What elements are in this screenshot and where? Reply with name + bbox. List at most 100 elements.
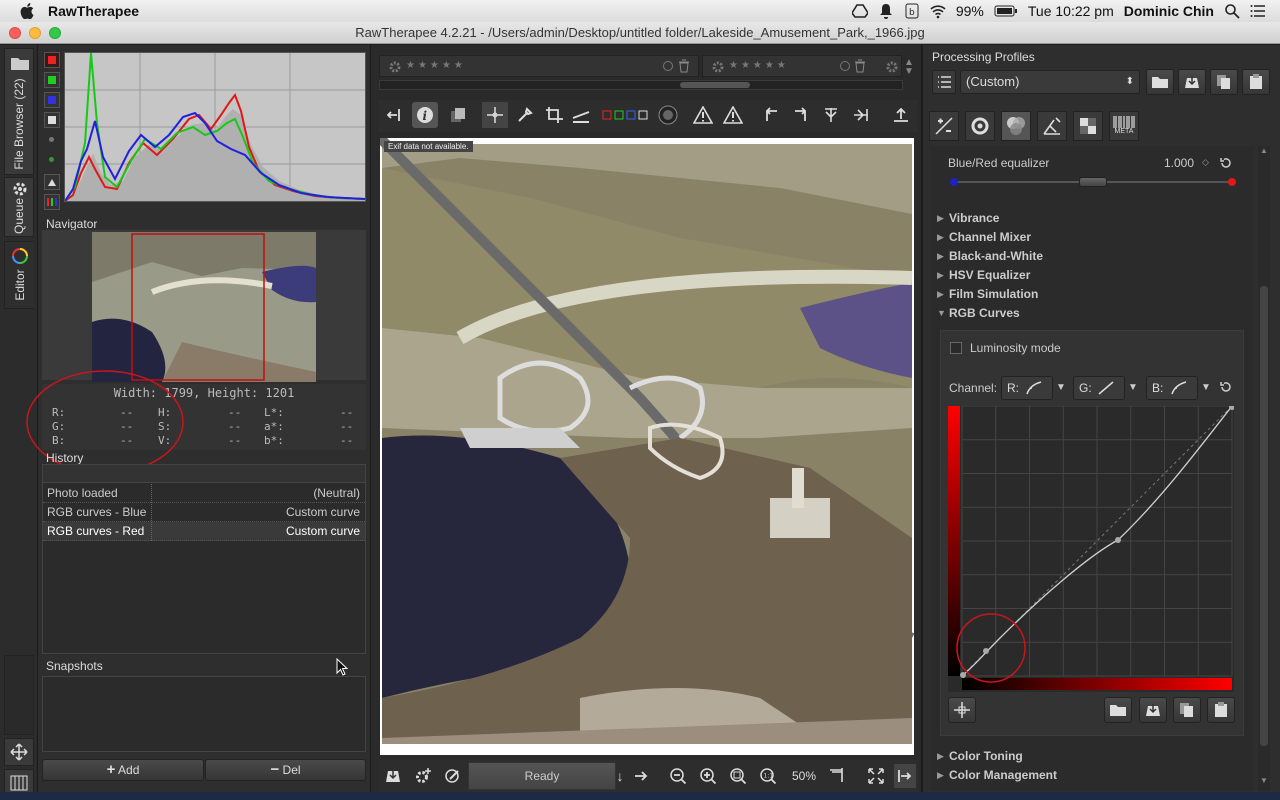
curve-edit-point-button[interactable]	[948, 697, 976, 723]
spotlight-search-icon[interactable]	[1224, 3, 1240, 19]
save-image-button[interactable]	[380, 764, 406, 788]
star-rating-icon[interactable]: ★★★★★	[729, 60, 789, 71]
hide-right-panel-button[interactable]	[894, 764, 916, 788]
hide-top-panel-button[interactable]	[888, 102, 914, 128]
filmstrip-thumb-2[interactable]: ★★★★★	[702, 55, 902, 77]
section-hsv-equalizer[interactable]: HSV Equalizer	[949, 268, 1030, 282]
histogram-blue-toggle[interactable]	[44, 92, 60, 108]
preview-channel-buttons[interactable]	[600, 102, 654, 128]
history-row-selected[interactable]: RGB curves - Red Custom curve	[43, 522, 365, 541]
history-row[interactable]: Photo loaded (Neutral)	[43, 484, 365, 503]
histogram-chroma-toggle[interactable]	[44, 132, 60, 148]
tab-queue[interactable]: Queue	[4, 177, 34, 237]
tool-panel-scroll-thumb[interactable]	[1260, 286, 1268, 746]
rotate-right-button[interactable]	[788, 102, 814, 128]
info-toggle-button[interactable]: i	[412, 102, 438, 128]
slider-thumb[interactable]	[1079, 177, 1107, 187]
histogram-luminance-toggle[interactable]	[44, 112, 60, 128]
open-in-editor-button[interactable]	[440, 764, 466, 788]
focus-mask-button[interactable]	[655, 102, 681, 128]
shadow-clipping-button[interactable]	[690, 102, 716, 128]
paste-curve-button[interactable]	[1207, 697, 1235, 723]
section-vibrance[interactable]: Vibrance	[949, 211, 999, 225]
reject-icon[interactable]	[839, 60, 851, 72]
load-curve-button[interactable]	[1104, 697, 1132, 723]
load-profile-button[interactable]	[1146, 69, 1174, 95]
trash-icon[interactable]	[853, 59, 867, 73]
zoom-100-button[interactable]: 1:1	[756, 764, 780, 788]
copy-profile-button[interactable]	[1210, 69, 1238, 95]
zoom-out-button[interactable]	[666, 764, 690, 788]
new-detail-window-button[interactable]	[826, 764, 850, 788]
blue-red-equalizer-slider[interactable]	[950, 177, 1236, 187]
image-preview[interactable]: Exif data not available.	[380, 138, 914, 755]
zoom-in-button[interactable]	[696, 764, 720, 788]
before-after-button[interactable]	[445, 102, 471, 128]
navigator-preview[interactable]	[42, 230, 366, 382]
notification-center-icon[interactable]	[1250, 3, 1266, 19]
green-curve-type-button[interactable]: G:	[1073, 376, 1125, 400]
google-drive-icon[interactable]	[851, 3, 868, 19]
blue-curve-dropdown-icon[interactable]: ▼	[1201, 382, 1211, 393]
save-curve-button[interactable]	[1139, 697, 1167, 723]
tab-file-browser[interactable]: File Browser (22)	[4, 48, 34, 175]
move-panel-button[interactable]	[4, 738, 34, 766]
luminosity-mode-checkbox[interactable]	[950, 342, 962, 354]
blue-red-equalizer-value[interactable]: 1.000	[1164, 156, 1194, 170]
delete-snapshot-button[interactable]: − Del	[205, 759, 366, 781]
bartender-icon[interactable]: b	[904, 3, 920, 19]
trash-icon[interactable]	[677, 59, 691, 73]
zoom-fit-button[interactable]	[726, 764, 750, 788]
blue-curve-type-button[interactable]: B:	[1146, 376, 1198, 400]
apple-icon[interactable]	[20, 3, 34, 19]
spin-arrows-icon[interactable]: ◇	[1202, 157, 1209, 168]
history-row[interactable]: RGB curves - Blue Custom curve	[43, 503, 365, 522]
white-balance-picker-button[interactable]	[512, 102, 538, 128]
tab-editor[interactable]: Editor	[4, 241, 34, 309]
tab-color[interactable]	[1001, 111, 1031, 141]
profile-select[interactable]: (Custom) ⬍	[960, 70, 1140, 94]
scroll-up-icon[interactable]: ▲	[1258, 146, 1270, 158]
tab-metadata[interactable]: META	[1109, 111, 1139, 141]
filmstrip-scroll-thumb[interactable]	[680, 82, 750, 88]
minimize-window-button[interactable]	[29, 27, 41, 39]
section-black-and-white[interactable]: Black-and-White	[949, 249, 1043, 263]
red-curve-dropdown-icon[interactable]: ▼	[1056, 382, 1066, 393]
flip-horizontal-button[interactable]	[848, 102, 874, 128]
histogram-red-toggle[interactable]	[44, 52, 60, 68]
section-channel-mixer[interactable]: Channel Mixer	[949, 230, 1031, 244]
section-rgb-curves[interactable]: RGB Curves	[949, 306, 1020, 320]
section-color-toning[interactable]: Color Toning	[949, 749, 1023, 763]
menubar-clock[interactable]: Tue 10:22 pm	[1028, 3, 1114, 19]
reset-curves-icon[interactable]	[1219, 381, 1233, 393]
next-image-button[interactable]	[630, 764, 652, 788]
histogram-green-toggle[interactable]	[44, 72, 60, 88]
paste-profile-button[interactable]	[1242, 69, 1270, 95]
save-profile-button[interactable]	[1178, 69, 1206, 95]
wifi-icon[interactable]	[930, 3, 946, 19]
fullscreen-button[interactable]	[864, 764, 888, 788]
green-curve-dropdown-icon[interactable]: ▼	[1128, 382, 1138, 393]
zoom-window-button[interactable]	[49, 27, 61, 39]
filmstrip-scroll-arrows[interactable]: ▲ ▼	[904, 58, 916, 77]
notification-bell-icon[interactable]	[878, 3, 894, 19]
star-rating-icon[interactable]: ★★★★★	[406, 60, 466, 71]
section-film-simulation[interactable]: Film Simulation	[949, 287, 1038, 301]
profile-list-button[interactable]	[932, 70, 956, 94]
histogram-mode-toggle[interactable]	[44, 194, 60, 210]
menubar-user[interactable]: Dominic Chin	[1124, 3, 1214, 19]
tab-detail[interactable]	[965, 111, 995, 141]
app-name-menu[interactable]: RawTherapee	[48, 3, 139, 19]
tab-exposure[interactable]	[929, 111, 959, 141]
scroll-down-icon[interactable]: ▼	[1258, 776, 1270, 788]
red-curve-type-button[interactable]: R:	[1001, 376, 1053, 400]
histogram-raw-toggle[interactable]	[44, 152, 60, 168]
hand-tool-button[interactable]	[482, 102, 508, 128]
copy-curve-button[interactable]	[1173, 697, 1201, 723]
reset-icon[interactable]	[1219, 157, 1233, 169]
section-color-management[interactable]: Color Management	[949, 768, 1057, 782]
histogram-bar-toggle[interactable]	[44, 174, 60, 190]
tool-panel-scrollbar[interactable]: ▲ ▼	[1258, 146, 1270, 791]
filmstrip-scrollbar[interactable]	[379, 80, 903, 90]
batch-order-arrows[interactable]: ↓	[612, 764, 628, 788]
